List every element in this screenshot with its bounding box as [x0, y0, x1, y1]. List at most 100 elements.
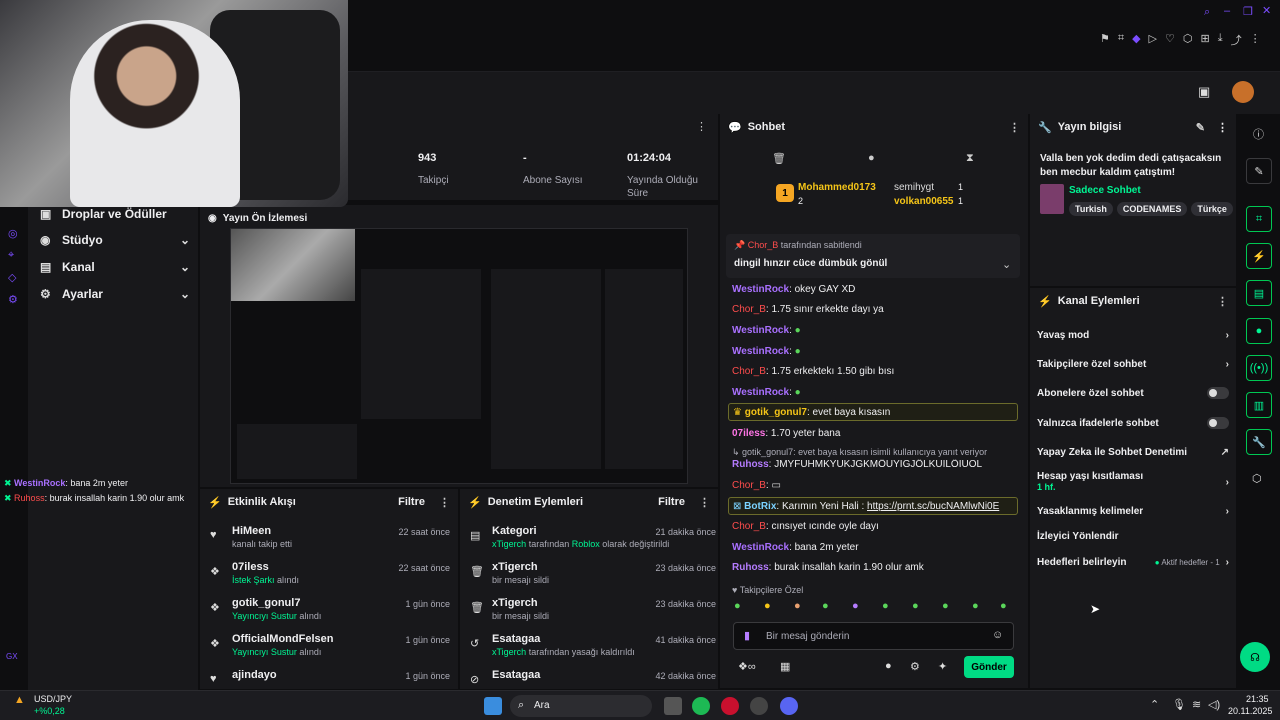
settings-icon[interactable]: ⚙	[910, 660, 920, 673]
circle-icon[interactable]: ◎	[8, 227, 18, 240]
mod-item[interactable]: ▤ Kategori xTigerch tarafından Roblox olar…	[470, 525, 716, 557]
emote-icon[interactable]: ●	[912, 600, 919, 612]
edit-icon[interactable]: ✎	[1196, 121, 1205, 134]
avatar[interactable]	[1232, 81, 1254, 103]
feed-item[interactable]: ❖ OfficialMondFelsen Yayıncıyı Sustur alın…	[210, 633, 450, 665]
extensions-icon[interactable]: ⬡	[1252, 472, 1262, 485]
chat-user[interactable]: Chor_B	[732, 480, 766, 491]
subscribers-only-toggle[interactable]	[1207, 387, 1229, 399]
discord-icon[interactable]	[780, 697, 798, 715]
chat-bubble-icon[interactable]: ●	[885, 660, 892, 672]
chat-user[interactable]: Chor_B	[732, 304, 766, 315]
minimize-icon[interactable]: –	[1224, 5, 1230, 17]
nav-studio[interactable]: ◉ Stüdyo ⌄	[40, 230, 190, 250]
extension-icon[interactable]: ⬡	[1183, 32, 1193, 48]
mod-item[interactable]: 🗑 xTigerch bir mesajı sildi 23 dakika önce	[470, 597, 716, 629]
nav-channel[interactable]: ▤ Kanal ⌄	[40, 257, 190, 277]
wrench-button[interactable]: 🔧	[1246, 429, 1272, 455]
clip-button[interactable]: ⌗	[1246, 206, 1272, 232]
settings-icon[interactable]: ⚙	[8, 293, 18, 306]
search-icon[interactable]: ⌕	[1204, 6, 1210, 19]
shield-icon[interactable]: ◆	[1132, 32, 1140, 48]
points-icon[interactable]: ❖∞	[738, 660, 756, 673]
spotify-icon[interactable]	[692, 697, 710, 715]
chat-user[interactable]: WestinRock	[732, 387, 789, 398]
tag[interactable]: CODENAMES	[1116, 202, 1188, 216]
emote-only-toggle[interactable]	[1207, 417, 1229, 429]
action-followers-only[interactable]: Takipçilere özel sohbet ›	[1037, 354, 1229, 374]
feed-item[interactable]: ❖ 07iless İstek Şarkı alındı 22 saat önce	[210, 561, 450, 593]
emote-icon[interactable]: ●	[942, 600, 949, 612]
emote-icon[interactable]: ●	[734, 600, 741, 612]
tag[interactable]: Türkçe	[1191, 202, 1233, 216]
chat-bubble-icon[interactable]: ●	[868, 152, 875, 164]
more-icon[interactable]: ⋮	[1009, 121, 1020, 134]
edit-quick-button[interactable]: ✎	[1246, 158, 1272, 184]
clock-time[interactable]: 21:35	[1246, 694, 1269, 704]
leader-name[interactable]: semihygt	[894, 182, 934, 193]
share-icon[interactable]: ⤴	[1231, 32, 1242, 48]
chat-user[interactable]: gotik_gonul7	[745, 407, 807, 418]
more-icon[interactable]: ⋮	[1217, 295, 1228, 308]
emote-icon[interactable]: ●	[882, 600, 889, 612]
mic-icon[interactable]: 🎙	[1172, 698, 1186, 711]
action-raid[interactable]: İzleyici Yönlendir	[1037, 526, 1229, 546]
bolt-button[interactable]: ⚡	[1246, 243, 1272, 269]
help-button[interactable]: ☊	[1240, 642, 1270, 672]
opera-icon[interactable]	[721, 697, 739, 715]
more-icon[interactable]: ⋮	[439, 496, 450, 509]
pinned-message[interactable]: 📌 Chor_B tarafından sabitlendi dingil hı…	[726, 234, 1020, 278]
feed-item[interactable]: ❖ gotik_gonul7 Yayıncıyı Sustur alındı 1 gü…	[210, 597, 450, 629]
action-goals[interactable]: Hedefleri belirleyin ● Aktif hedefler - 1…	[1037, 552, 1229, 572]
leader-name[interactable]: volkan00655	[894, 196, 954, 207]
restore-icon[interactable]: ❐	[1243, 5, 1253, 18]
bookmark-icon[interactable]: ⚑	[1100, 32, 1110, 48]
gift-icon[interactable]: ▦	[780, 660, 790, 673]
start-icon[interactable]	[484, 697, 502, 715]
hourglass-icon[interactable]: ⧗	[966, 152, 974, 165]
send-button[interactable]: Gönder	[964, 656, 1014, 678]
chat-user[interactable]: BotRix	[744, 501, 776, 512]
chat-icon[interactable]: ◇	[8, 271, 16, 284]
chat-user[interactable]: WestinRock	[732, 346, 789, 357]
close-icon[interactable]: ✕	[1262, 4, 1271, 17]
chat-user[interactable]: Ruhoss	[732, 562, 769, 573]
mod-item[interactable]: 🗑 xTigerch bir mesajı sildi 23 dakika önce	[470, 561, 716, 593]
info-icon[interactable]: ⓘ	[1253, 126, 1264, 142]
broadcast-button[interactable]: ((•))	[1246, 355, 1272, 381]
chat-user[interactable]: 07iless	[732, 428, 765, 439]
stream-preview-video[interactable]	[230, 228, 688, 484]
taskview-icon[interactable]	[664, 697, 682, 715]
play-icon[interactable]: ▷	[1149, 32, 1157, 48]
action-banned-words[interactable]: Yasaklanmış kelimeler ›	[1037, 501, 1229, 521]
action-ai-moderation[interactable]: Yapay Zeka ile Sohbet Denetimi ↗	[1037, 442, 1229, 462]
chat-user[interactable]: Ruhoss	[732, 459, 769, 470]
chat-user[interactable]: Chor_B	[732, 366, 766, 377]
chat-input[interactable]: ▮ Bir mesaj gönderin ☺	[733, 622, 1014, 650]
more-icon[interactable]: ⋮	[1217, 121, 1228, 134]
emote-icon[interactable]: ●	[822, 600, 829, 612]
emote-icon[interactable]: ●	[764, 600, 771, 612]
feed-item[interactable]: ♥ HiMeen kanalı takip etti 22 saat önce	[210, 525, 450, 557]
trash-icon[interactable]: 🗑	[772, 152, 786, 165]
emote-icon[interactable]: ●	[1000, 600, 1007, 612]
leader-name[interactable]: Mohammed0173	[798, 182, 876, 193]
chat-user[interactable]: WestinRock	[732, 542, 789, 553]
apps-icon[interactable]: ⊞	[1201, 32, 1210, 48]
wifi-icon[interactable]: ≋	[1192, 698, 1201, 711]
badge-icon[interactable]: ✦	[938, 660, 947, 673]
volume-icon[interactable]: ◁)	[1208, 698, 1220, 711]
more-icon[interactable]: ⋮	[1250, 32, 1261, 48]
stream-manager-icon[interactable]: ▣	[1198, 84, 1210, 100]
chevron-down-icon[interactable]: ⌄	[1002, 258, 1011, 271]
emote-icon[interactable]: ●	[852, 600, 859, 612]
filter-button[interactable]: Filtre	[398, 496, 425, 508]
emote-icon[interactable]: ●	[794, 600, 801, 612]
category-link[interactable]: Sadece Sohbet	[1069, 185, 1141, 196]
layout-button[interactable]: ▥	[1246, 392, 1272, 418]
action-account-age[interactable]: Hesap yaşı kısıtlaması 1 hf. ›	[1037, 468, 1229, 496]
tag[interactable]: Turkish	[1069, 202, 1113, 216]
chevron-up-icon[interactable]: ⌃	[1150, 698, 1159, 711]
nav-settings[interactable]: ⚙ Ayarlar ⌄	[40, 284, 190, 304]
stats-more-icon[interactable]: ⋮	[696, 120, 707, 133]
